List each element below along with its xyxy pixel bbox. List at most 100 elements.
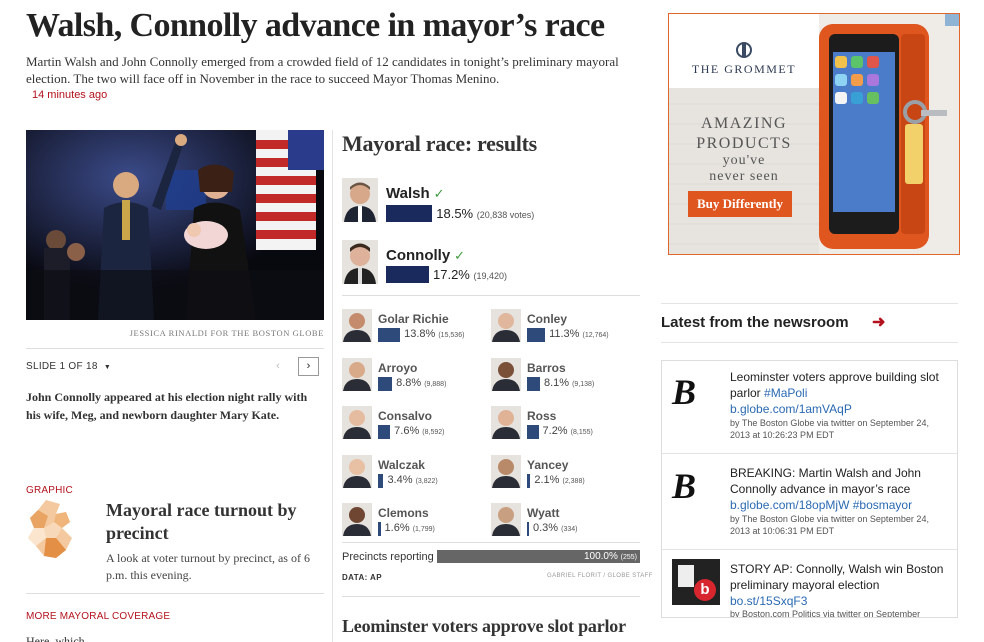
candidate-result: 2.1% (2,388)	[534, 473, 585, 486]
candidate-name: Conley	[527, 312, 568, 326]
candidate-name: Clemons	[378, 506, 429, 520]
photo-credit: JESSICA RINALDI FOR THE BOSTON GLOBE	[129, 328, 324, 338]
arrow-right-icon[interactable]: ➜	[872, 312, 885, 332]
ad-line-1: AMAZING	[700, 115, 788, 132]
ad-cta-button[interactable]: Buy Differently	[688, 191, 792, 217]
candidate-avatar	[491, 406, 521, 439]
candidate-avatar	[342, 309, 372, 342]
candidate-avatar	[491, 357, 521, 391]
candidate-result: 0.3% (334)	[533, 522, 578, 534]
feed-item-text: STORY AP: Connolly, Walsh win Boston pre…	[730, 562, 944, 608]
graphic-kicker: GRAPHIC	[26, 485, 73, 496]
candidate-result-bar	[527, 522, 529, 536]
story-headline[interactable]: Leominster voters approve slot parlor	[342, 616, 626, 637]
feed-item-link[interactable]: b.globe.com/1amVAqP	[730, 402, 852, 416]
column-divider	[332, 130, 333, 642]
candidate-result-bar	[378, 425, 391, 439]
newsroom-title: Latest from the newsroom	[661, 314, 849, 331]
candidate-result: 1.6% (1,799)	[384, 522, 435, 534]
candidate-result: 8.8% (9,888)	[396, 376, 447, 389]
divider	[342, 542, 640, 543]
result-bar-connolly	[386, 266, 429, 283]
candidate-avatar	[342, 454, 372, 488]
candidate-result: 11.3% (12,764)	[549, 328, 609, 340]
divider	[342, 596, 640, 597]
candidate-name: Consalvo	[378, 409, 433, 423]
article-headline[interactable]: Walsh, Connolly advance in mayor’s race	[26, 6, 646, 46]
turnout-graphic-title[interactable]: Mayoral race turnout by precinct	[106, 499, 316, 545]
candidate-name: Yancey	[527, 457, 569, 472]
connolly-avatar	[342, 240, 378, 284]
divider	[26, 348, 324, 349]
winner-check-icon: ✓	[433, 186, 445, 201]
candidate-result: 3.4% (3,822)	[387, 473, 438, 486]
leader-result: 18.5% (20,838 votes)	[436, 206, 535, 221]
ad-line-2: PRODUCTS	[696, 135, 792, 152]
candidate-result-bar	[378, 376, 393, 391]
candidate-result: 7.6% (8,592)	[394, 425, 445, 437]
turnout-map-thumbnail[interactable]	[26, 498, 88, 560]
candidate-avatar	[491, 454, 521, 488]
candidate-result-bar	[527, 473, 531, 488]
feed-item-meta: by Boston.com Politics via twitter on Se…	[730, 609, 921, 618]
candidate-result-bar	[527, 376, 540, 391]
boston-globe-logo-icon: B	[672, 372, 697, 412]
ad-choices-icon[interactable]	[945, 14, 959, 26]
turnout-graphic-description: A look at voter turnout by precinct, as …	[106, 551, 310, 582]
candidate-name: Wyatt	[527, 506, 560, 520]
candidate-result-bar	[378, 328, 401, 342]
newsroom-feed[interactable]: B Leominster voters approve building slo…	[661, 360, 958, 618]
prev-slide-button[interactable]: ‹	[268, 357, 288, 376]
feed-item-link[interactable]: b.globe.com/18opMjW #bosmayor	[730, 498, 912, 512]
candidate-avatar	[491, 503, 521, 536]
chevron-left-icon: ‹	[276, 360, 280, 372]
candidate-result-bar	[378, 473, 384, 488]
results-title: Mayoral race: results	[342, 131, 537, 156]
coverage-link[interactable]: Here, which...	[26, 634, 94, 642]
candidate-name: Golar Richie	[378, 312, 449, 326]
precincts-progress-value: 100.0% (255)	[583, 551, 637, 562]
divider	[662, 549, 957, 550]
ad-artwork	[669, 14, 947, 254]
slideshow-photo[interactable]	[26, 130, 324, 320]
more-coverage-kicker: MORE MAYORAL COVERAGE	[26, 611, 171, 622]
grommet-ad[interactable]: THE GROMMET AMAZING PRODUCTS you've neve…	[668, 13, 960, 255]
next-slide-button[interactable]: ›	[298, 357, 319, 376]
feed-item-link[interactable]: bo.st/15SxqF3	[730, 594, 807, 608]
divider	[661, 303, 958, 304]
candidate-result-bar	[527, 328, 546, 342]
candidate-result: 13.8% (15,536)	[404, 328, 465, 340]
data-source: DATA: AP	[342, 573, 382, 582]
feed-item-text: BREAKING: Martin Walsh and John Connolly…	[730, 466, 921, 512]
candidate-avatar	[491, 309, 521, 342]
boston-globe-logo-icon: B	[672, 466, 697, 506]
caret-down-icon: ▼	[103, 364, 112, 371]
candidate-name: Arroyo	[378, 360, 418, 375]
divider	[661, 342, 958, 343]
candidate-name: Ross	[527, 409, 557, 423]
article-timestamp: 14 minutes ago	[32, 89, 108, 101]
ad-brand: THE GROMMET	[691, 62, 797, 76]
slide-counter-label: SLIDE 1 OF 18	[26, 361, 98, 372]
candidate-result: 7.2% (8,155)	[542, 425, 593, 437]
slide-caption: John Connolly appeared at his election n…	[26, 390, 308, 422]
feed-item-text: Leominster voters approve building slot …	[730, 370, 939, 416]
article-dek: Martin Walsh and John Connolly emerged f…	[26, 54, 619, 86]
walsh-avatar	[342, 178, 378, 222]
winner-check-icon: ✓	[454, 248, 466, 263]
boston-com-logo-icon: b	[672, 559, 720, 605]
slide-counter-dropdown[interactable]: SLIDE 1 OF 18 ▼	[26, 361, 111, 372]
candidate-avatar	[342, 503, 372, 536]
result-bar-walsh	[386, 205, 433, 222]
hashtag-link[interactable]: #MaPoli	[764, 386, 807, 400]
candidate-avatar	[342, 357, 372, 391]
candidate-name: Walczak	[378, 457, 425, 472]
candidate-name: Barros	[527, 360, 566, 375]
chart-credit: GABRIEL FLORIT / GLOBE STAFF	[547, 573, 653, 579]
candidate-result-bar	[527, 425, 539, 439]
feed-item-meta: by The Boston Globe via twitter on Septe…	[730, 514, 929, 536]
leader-name: Walsh ✓	[386, 185, 445, 202]
divider	[342, 295, 640, 296]
turnout-map-image	[28, 500, 72, 558]
leader-result: 17.2% (19,420)	[433, 267, 508, 282]
